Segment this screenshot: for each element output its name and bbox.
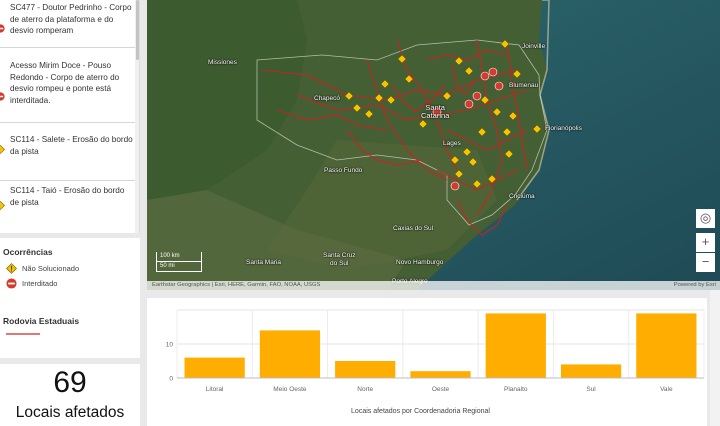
bar [259, 330, 321, 378]
x-tick-label: Oeste [432, 386, 450, 393]
scale-bar-km: 100 km [156, 252, 202, 262]
map-view[interactable]: Missiones Joinville Blumenau Chapecó San… [147, 0, 720, 290]
list-item-text: Acesso Mirim Doce - Pouso Redondo - Corp… [10, 61, 120, 105]
map-attribution: Earthstar Geographics | Esri, HERE, Garm… [147, 281, 720, 290]
list-item-text: SC114 - Salete - Erosão do bordo da pist… [10, 135, 133, 156]
warning-diamond-icon [0, 201, 5, 210]
no-entry-icon [0, 92, 5, 101]
bar [485, 313, 546, 378]
affected-count-value: 69 [53, 366, 87, 399]
bar [560, 364, 622, 378]
occurrence-list: SC477 - Doutor Pedrinho - Corpo de aterr… [0, 0, 140, 233]
place-label: Florianópolis [545, 125, 582, 132]
scale-bar-mi: 50 mi [156, 262, 202, 272]
place-label: Passo Fundo [324, 167, 363, 174]
place-label: Santa Catarina [421, 103, 450, 120]
satellite-basemap [147, 0, 720, 290]
place-label: Blumenau [509, 82, 539, 89]
list-item[interactable]: SC114 - Taió - Erosão do bordo de pista [0, 181, 137, 233]
place-label: Santa Cruz do Sul [323, 252, 356, 267]
plus-icon: + [701, 234, 710, 249]
legend-title: Ocorrências [3, 247, 53, 257]
place-label: Chapecó [314, 95, 341, 102]
legend-item-nao-solucionado: Não Solucionado [6, 263, 79, 274]
legend-item-label: Não Solucionado [22, 264, 80, 273]
place-label: Caxias do Sul [393, 225, 434, 232]
place-label: Novo Hamburgo [396, 259, 444, 266]
roads-legend-title: Rodovia Estaduais [3, 316, 80, 326]
list-item-text: SC477 - Doutor Pedrinho - Corpo de aterr… [10, 3, 132, 35]
place-label: Missiones [208, 59, 237, 66]
x-axis-label: Locais afetados por Coordenadoria Region… [351, 408, 490, 415]
bar-chart: 0 10 Litoral Meio Oeste Norte Oeste Planalto Su… [166, 309, 705, 415]
affected-count-panel: 69 Locais afetados [0, 364, 140, 426]
scrollbar-thumb[interactable] [136, 0, 139, 60]
page-edge [710, 290, 720, 426]
powered-by-link[interactable]: Powered by Esri [674, 281, 716, 290]
x-tick-label: Vale [660, 386, 673, 393]
x-tick-label: Planalto [504, 386, 528, 393]
x-tick-label: Norte [357, 386, 373, 393]
bar-chart-panel: 0 10 Litoral Meio Oeste Norte Oeste Planalto Su… [147, 298, 707, 426]
place-label: Santa Maria [246, 259, 282, 266]
y-tick-label: 10 [166, 342, 174, 349]
list-item[interactable]: SC477 - Doutor Pedrinho - Corpo de aterr… [0, 0, 137, 48]
no-entry-icon [6, 278, 17, 289]
attribution-text: Earthstar Geographics | Esri, HERE, Garm… [152, 282, 321, 288]
no-entry-icon [0, 24, 5, 33]
zoom-in-button[interactable]: + [696, 233, 715, 252]
bar [410, 371, 471, 378]
road-line-swatch [6, 333, 40, 335]
place-label: Criciúma [509, 193, 535, 200]
y-tick-label: 0 [169, 376, 173, 383]
x-tick-label: Sul [586, 386, 596, 393]
affected-count-label: Locais afetados [15, 404, 125, 421]
legend-item-label: Interditado [22, 279, 58, 288]
bar [184, 357, 245, 378]
zoom-out-button[interactable]: − [696, 253, 715, 272]
legend-item-interditado: Interditado [6, 278, 57, 289]
list-item[interactable]: Acesso Mirim Doce - Pouso Redondo - Corp… [0, 48, 137, 123]
legend-panel: Ocorrências Não Solucionado Interditado … [0, 238, 140, 358]
x-tick-label: Litoral [206, 386, 224, 393]
bar [636, 313, 697, 378]
warning-diamond-icon [0, 145, 5, 154]
bar [335, 361, 396, 378]
crosshair-icon: ◎ [699, 210, 712, 225]
minus-icon: − [701, 254, 710, 269]
list-item-text: SC114 - Taió - Erosão do bordo de pista [10, 186, 125, 207]
x-tick-label: Meio Oeste [273, 386, 307, 393]
locate-button[interactable]: ◎ [696, 209, 715, 228]
place-label: Lages [443, 140, 461, 147]
list-item[interactable]: SC114 - Salete - Erosão do bordo da pist… [0, 123, 137, 181]
list-scrollbar[interactable] [135, 0, 139, 233]
place-label: Joinville [522, 43, 546, 50]
warning-diamond-icon [6, 263, 17, 274]
